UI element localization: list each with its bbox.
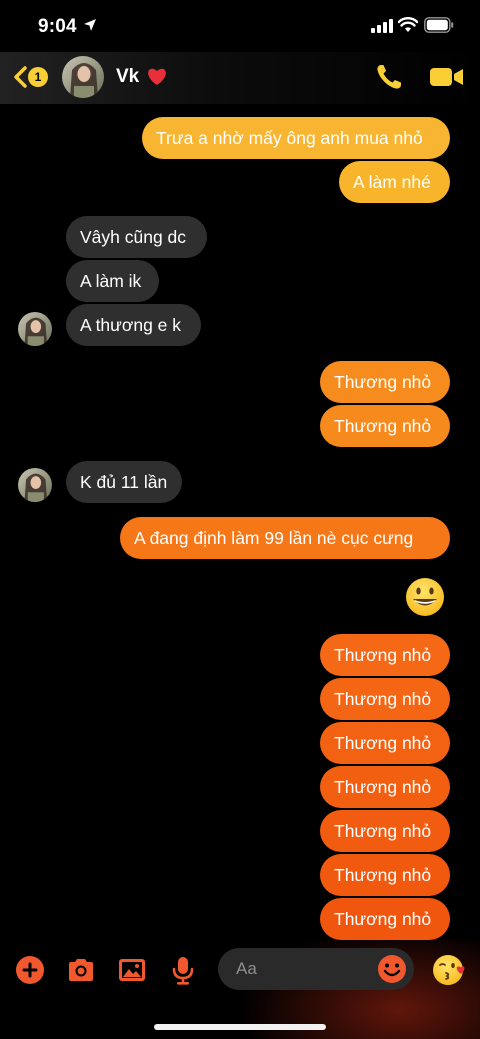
photo-gallery-icon[interactable] bbox=[116, 954, 148, 986]
message-bubble[interactable]: Thương nhỏ bbox=[320, 766, 450, 808]
status-bar: 9:04 bbox=[0, 0, 480, 52]
wifi-icon bbox=[398, 17, 418, 32]
message-bubble[interactable]: Thương nhỏ bbox=[320, 634, 450, 676]
message-bubble[interactable]: A làm ik bbox=[66, 260, 159, 302]
message-bubble[interactable]: Thương nhỏ bbox=[320, 810, 450, 852]
kissing-face-emoji-icon[interactable] bbox=[432, 953, 466, 987]
home-indicator[interactable] bbox=[154, 1024, 326, 1030]
conversation-header: 1 Vk bbox=[0, 52, 480, 104]
contact-avatar-small[interactable] bbox=[18, 468, 52, 502]
contact-name[interactable]: Vk bbox=[116, 66, 139, 88]
microphone-icon[interactable] bbox=[167, 954, 199, 986]
message-bubble[interactable]: Thương nhỏ bbox=[320, 678, 450, 720]
back-button[interactable]: 1 bbox=[12, 63, 54, 91]
cellular-signal-icon bbox=[371, 19, 393, 33]
message-input-placeholder: Aa bbox=[236, 959, 257, 978]
message-bubble[interactable]: Thương nhỏ bbox=[320, 854, 450, 896]
message-bubble[interactable]: A làm nhé bbox=[339, 161, 450, 203]
message-bubble[interactable]: Trưa a nhờ mấy ông anh mua nhỏ bbox=[142, 117, 450, 159]
message-bubble[interactable]: Thương nhỏ bbox=[320, 898, 450, 940]
location-arrow-icon bbox=[84, 19, 96, 31]
red-heart-icon bbox=[148, 68, 166, 85]
camera-icon[interactable] bbox=[65, 954, 97, 986]
message-input[interactable]: Aa bbox=[218, 948, 414, 990]
message-bubble[interactable]: Thương nhỏ bbox=[320, 722, 450, 764]
message-composer: Aa bbox=[0, 940, 480, 1039]
emoji-smiley-icon[interactable] bbox=[376, 953, 408, 985]
unread-badge: 1 bbox=[28, 67, 48, 87]
battery-icon bbox=[424, 17, 454, 33]
chevron-left-icon bbox=[14, 66, 27, 88]
phone-icon[interactable] bbox=[374, 62, 404, 92]
plus-circle-icon[interactable] bbox=[14, 954, 46, 986]
contact-avatar[interactable] bbox=[62, 56, 104, 98]
message-bubble[interactable]: Thương nhỏ bbox=[320, 405, 450, 447]
status-time: 9:04 bbox=[38, 16, 77, 37]
video-camera-icon[interactable] bbox=[430, 66, 464, 88]
message-bubble[interactable]: Vâyh cũng dc bbox=[66, 216, 207, 258]
message-bubble[interactable]: Thương nhỏ bbox=[320, 361, 450, 403]
message-bubble[interactable]: K đủ 11 lần bbox=[66, 461, 182, 503]
message-bubble[interactable]: A đang định làm 99 lần nè cục cưng bbox=[120, 517, 450, 559]
grinning-face-emoji-icon[interactable] bbox=[404, 576, 446, 618]
message-bubble[interactable]: A thương e k bbox=[66, 304, 201, 346]
contact-avatar-small[interactable] bbox=[18, 312, 52, 346]
